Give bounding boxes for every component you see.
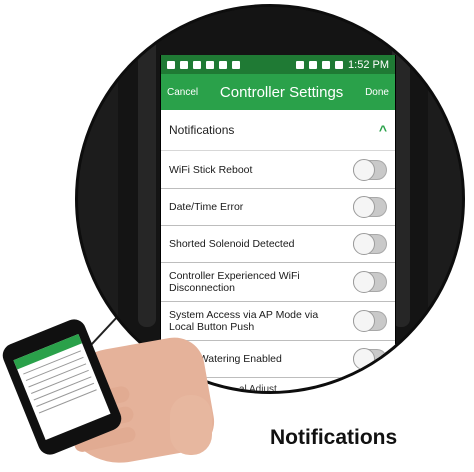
mute-icon [296,60,305,69]
toggle-switch[interactable] [353,158,387,181]
row-label: Controller Experienced WiFi Disconnectio… [169,270,300,294]
image-icon [232,60,240,69]
magnifier-lens: 1:52 PM Cancel Controller Settings Done … [75,4,465,394]
battery-icon [335,60,344,69]
wifi-icon [309,60,318,69]
notification-icons [167,60,240,69]
title-bar: Cancel Controller Settings Done [161,74,395,110]
toggle-switch[interactable] [353,233,387,255]
row-label: System Access via AP Mode via Local Butt… [169,309,319,333]
chevron-up-icon: ^ [378,122,387,138]
section-title: Notifications [169,123,235,137]
cancel-button[interactable]: Cancel [167,87,198,98]
row-label: WiFi Stick Reboot [169,163,253,176]
page-title: Controller Settings [219,83,344,101]
shield-icon [167,60,175,69]
done-button[interactable]: Done [365,87,389,98]
row-label: Shorted Solenoid Detected [169,238,295,250]
file-icon [206,60,214,69]
small-phone-screen [13,334,111,440]
notification-row-ap-mode-access: System Access via AP Mode via Local Butt… [161,302,395,341]
notification-row-wifi-disconnection: Controller Experienced WiFi Disconnectio… [161,263,395,302]
phone-screen: 1:52 PM Cancel Controller Settings Done … [160,55,396,394]
caption: Notifications [270,426,398,449]
lock-icon [219,60,227,69]
wrist [170,395,212,455]
clock: 1:52 PM [348,58,389,71]
row-label: al Adjust [239,384,277,394]
row-label: Date/Time Error [169,201,244,213]
status-bar: 1:52 PM [161,55,395,74]
usb-icon [180,60,188,69]
phone-side-left [138,27,156,327]
dnd-icon [322,60,331,69]
notification-row-date-time-error: Date/Time Error [161,189,395,226]
notification-row-wifi-stick-reboot: WiFi Stick Reboot [161,151,395,189]
toggle-switch[interactable] [353,196,387,218]
notifications-section-header[interactable]: Notifications ^ [161,110,395,151]
toggle-switch[interactable] [353,348,387,370]
toggle-switch[interactable] [353,310,387,332]
app-icon [193,60,201,69]
toggle-switch[interactable] [353,271,387,293]
notification-row-shorted-solenoid: Shorted Solenoid Detected [161,226,395,263]
